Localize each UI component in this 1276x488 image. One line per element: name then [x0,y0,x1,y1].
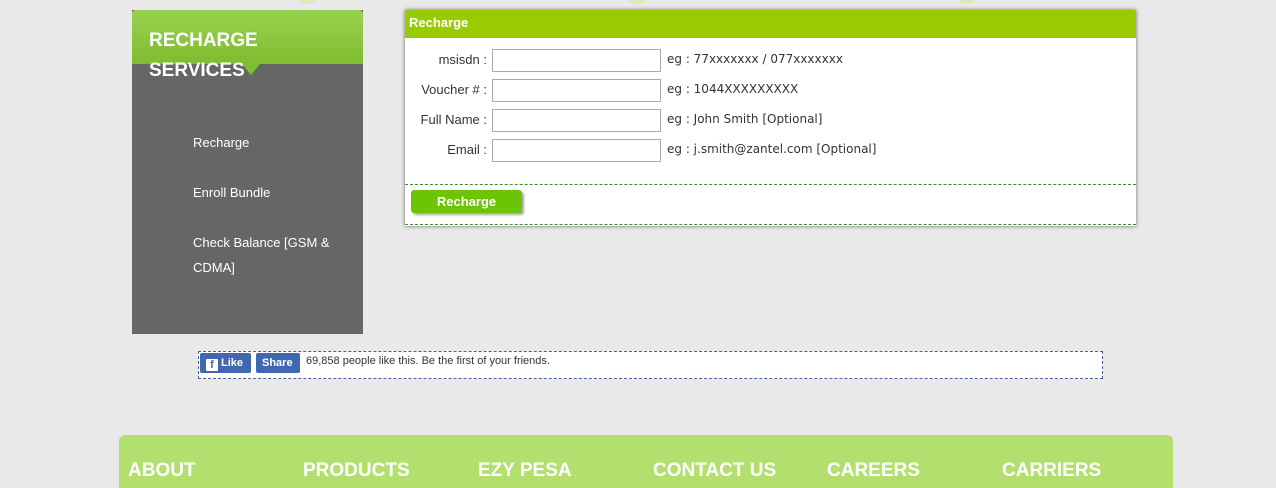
msisdn-hint: eg : 77xxxxxxx / 077xxxxxxx [667,52,843,66]
voucher-label: Voucher # : [421,82,487,97]
sidebar-title-line1: RECHARGE [149,30,258,51]
recharge-panel: Recharge msisdn : eg : 77xxxxxxx / 077xx… [405,10,1136,226]
facebook-icon: f [206,359,218,371]
facebook-share-button[interactable]: Share [256,353,300,373]
voucher-input[interactable] [492,79,661,102]
voucher-hint: eg : 1044XXXXXXXXX [667,82,799,96]
facebook-like-bar: f Like Share 69,858 people like this. Be … [198,351,1103,379]
decorative-dot [628,0,646,4]
decorative-dot [958,0,976,4]
sidebar-item-check-balance[interactable]: Check Balance [GSM & CDMA] [193,230,343,280]
msisdn-input[interactable] [492,49,661,72]
msisdn-label: msisdn : [438,52,487,67]
facebook-social-text: 69,858 people like this. Be the first of… [306,355,550,367]
full-name-hint: eg : John Smith [Optional] [667,112,823,126]
sidebar-menu: Recharge Enroll Bundle Check Balance [GS… [132,64,363,280]
facebook-like-label: Like [221,357,244,369]
footer-link-ezy-pesa[interactable]: EZY PESA [478,460,572,482]
sidebar-title-line2: SERVICES [149,60,245,81]
full-name-label: Full Name : [420,112,487,127]
footer-link-carriers[interactable]: CARRIERS [1002,460,1101,482]
decorative-dot [298,0,316,4]
footer-link-contact-us[interactable]: CONTACT US [653,460,776,482]
footer-link-about[interactable]: ABOUT [128,460,196,482]
panel-title: Recharge [405,10,1136,38]
form-divider [405,184,1136,185]
recharge-submit-button[interactable]: Recharge [411,190,522,213]
email-input[interactable] [492,139,661,162]
footer-link-products[interactable]: PRODUCTS [303,460,410,482]
sidebar-item-enroll-bundle[interactable]: Enroll Bundle [193,180,343,205]
footer-nav: ABOUT PRODUCTS EZY PESA CONTACT US CAREE… [119,435,1173,488]
full-name-input[interactable] [492,109,661,132]
form-bottom-divider [405,224,1136,225]
sidebar: RECHARGE SERVICES Recharge Enroll Bundle… [132,10,363,334]
email-hint: eg : j.smith@zantel.com [Optional] [667,142,877,156]
email-label: Email : [447,142,487,157]
sidebar-arrow [242,64,260,75]
footer-link-careers[interactable]: CAREERS [827,460,920,482]
sidebar-item-recharge[interactable]: Recharge [193,130,343,155]
sidebar-header: RECHARGE SERVICES [132,10,363,81]
facebook-like-button[interactable]: f Like [200,353,251,373]
